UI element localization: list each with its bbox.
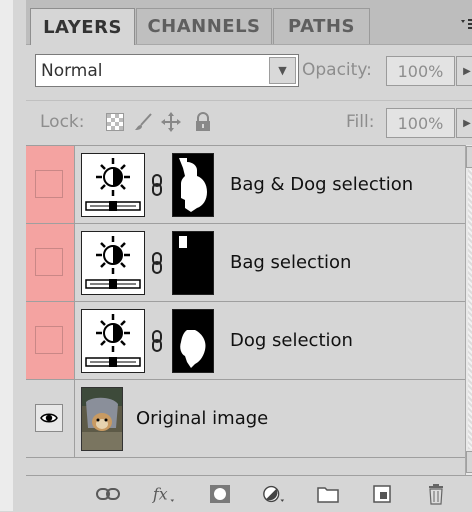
panel-tabs: LAYERS CHANNELS PATHS: [26, 0, 472, 45]
layer-name: Dog selection: [230, 330, 353, 351]
link-chain-icon[interactable]: [150, 174, 164, 196]
brightness-contrast-icon[interactable]: [81, 309, 145, 373]
lock-paint-icon[interactable]: [132, 111, 154, 133]
link-chain-icon[interactable]: [150, 252, 164, 274]
visibility-box-icon: [35, 326, 63, 354]
blend-mode-value: Normal: [41, 60, 103, 81]
layer-mask-thumbnail[interactable]: [172, 153, 214, 217]
blend-opacity-row: Normal ▼ Opacity: 100% ▶: [26, 44, 472, 100]
layer-row[interactable]: Bag selection: [26, 224, 465, 302]
layer-row[interactable]: Bag & Dog selection: [26, 146, 465, 224]
layers-scrollbar[interactable]: ▲ ▼: [465, 145, 472, 475]
lock-transparent-icon[interactable]: [104, 111, 126, 133]
lock-label: Lock:: [40, 112, 85, 132]
fx-icon[interactable]: fx: [152, 483, 176, 505]
scroll-down-icon[interactable]: ▼: [466, 451, 472, 473]
layer-row[interactable]: Original image: [26, 380, 465, 458]
panel-menu-icon[interactable]: [459, 14, 472, 34]
trash-icon[interactable]: [424, 483, 448, 505]
tab-paths[interactable]: PATHS: [273, 8, 370, 44]
tab-layers[interactable]: LAYERS: [30, 8, 135, 45]
layers-panel: LAYERS CHANNELS PATHS Normal ▼ Opacity: …: [0, 0, 472, 512]
bottom-toolbar: fx: [26, 475, 472, 512]
visibility-box-icon: [35, 170, 63, 198]
layer-name: Bag & Dog selection: [230, 174, 414, 195]
opacity-input[interactable]: 100%: [386, 56, 455, 86]
link-layers-icon[interactable]: [96, 483, 120, 505]
layer-name: Bag selection: [230, 252, 352, 273]
lock-position-icon[interactable]: [160, 111, 182, 133]
blend-mode-select[interactable]: Normal ▼: [35, 54, 299, 87]
fill-slider-arrow-icon[interactable]: ▶: [456, 108, 472, 138]
fill-input[interactable]: 100%: [386, 108, 455, 138]
scroll-track[interactable]: [468, 169, 472, 449]
chevron-down-icon[interactable]: ▼: [269, 57, 296, 84]
eye-icon: [40, 413, 58, 423]
layer-row[interactable]: Dog selection: [26, 302, 465, 380]
visibility-box-icon: [35, 248, 63, 276]
layers-list: Bag & Dog selection Bag selection Dog se…: [26, 145, 465, 476]
visibility-toggle[interactable]: [26, 146, 75, 223]
adjustment-layer-icon[interactable]: [262, 483, 286, 505]
opacity-label: Opacity:: [302, 60, 372, 80]
brightness-contrast-icon[interactable]: [81, 231, 145, 295]
opacity-slider-arrow-icon[interactable]: ▶: [456, 56, 472, 86]
lock-fill-row: Lock: Fill: 100% ▶: [26, 100, 472, 145]
visibility-toggle[interactable]: [26, 302, 75, 379]
new-layer-icon[interactable]: [370, 483, 394, 505]
layer-name: Original image: [136, 408, 269, 429]
visibility-toggle[interactable]: [26, 380, 75, 457]
layer-mask-thumbnail[interactable]: [172, 231, 214, 295]
lock-all-icon[interactable]: [192, 111, 214, 133]
layer-mask-thumbnail[interactable]: [172, 309, 214, 373]
new-group-icon[interactable]: [316, 483, 340, 505]
layer-image-thumbnail[interactable]: [81, 387, 123, 451]
fill-label: Fill:: [346, 112, 375, 132]
scroll-up-icon[interactable]: ▲: [466, 146, 472, 168]
tab-channels[interactable]: CHANNELS: [136, 8, 272, 44]
link-chain-icon[interactable]: [150, 330, 164, 352]
add-mask-icon[interactable]: [208, 483, 232, 505]
svg-text:fx: fx: [152, 485, 168, 504]
visibility-toggle[interactable]: [26, 224, 75, 301]
brightness-contrast-icon[interactable]: [81, 153, 145, 217]
